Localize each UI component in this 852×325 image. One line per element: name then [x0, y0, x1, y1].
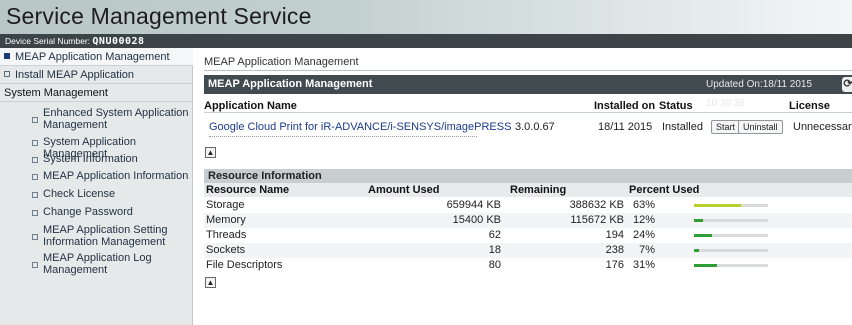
resource-name: Storage [206, 199, 245, 211]
col-remaining: Remaining [510, 184, 567, 196]
resource-percent: 24% [632, 229, 655, 241]
col-application-name: Application Name [204, 100, 297, 112]
usage-bar-fill [694, 219, 703, 222]
app-name-link[interactable]: Google Cloud Print for iR-ADVANCE/i-SENS… [209, 121, 511, 133]
square-bullet-icon [32, 157, 38, 163]
sidebar-item-label: Enhanced System Application Management [43, 107, 189, 131]
resource-used: 15400 KB [452, 214, 501, 226]
square-bullet-icon [32, 117, 38, 123]
sidebar-item-system-application-management[interactable]: System Application Management [0, 136, 193, 160]
sidebar-item-label: MEAP Application Management [15, 51, 170, 63]
updated-timestamp: Updated On:18/11 2015 10:39:38 [706, 79, 813, 109]
sidebar-item-label: Check License [43, 188, 116, 200]
resource-name: Threads [206, 229, 247, 241]
usage-bar [694, 264, 768, 267]
resource-used: 659944 KB [446, 199, 501, 211]
usage-bar [694, 249, 768, 252]
serial-bar: Device Serial Number: QNU00028 [0, 34, 852, 48]
link-underline [209, 136, 477, 137]
sidebar-item-system-information[interactable]: System Information [0, 153, 193, 167]
usage-bar [694, 234, 768, 237]
resource-remaining: 388632 KB [569, 199, 624, 211]
serial-value: QNU00028 [92, 36, 145, 47]
sidebar-item-label: Change Password [43, 206, 133, 218]
sidebar-item-label: Install MEAP Application [15, 69, 135, 81]
divider [204, 112, 852, 113]
resource-percent: 12% [632, 214, 655, 226]
app-version: 3.0.0.67 [515, 121, 555, 133]
resource-remaining: 115672 KB [570, 214, 624, 226]
divider [204, 70, 852, 71]
resource-name: Sockets [206, 244, 246, 256]
resource-remaining: 176 [605, 259, 624, 271]
resource-row: Memory 15400 KB 115672 KB 12% [204, 213, 852, 228]
resource-remaining: 238 [605, 244, 624, 256]
main-content: MEAP Application Management MEAP Applica… [194, 48, 852, 325]
app-status: Installed [662, 121, 703, 133]
square-bullet-icon [32, 174, 38, 180]
sidebar-item-label: System Information [43, 153, 138, 165]
square-bullet-icon [32, 192, 38, 198]
resource-used: 18 [488, 244, 501, 256]
col-status: Status [659, 100, 693, 112]
resource-row: Storage 659944 KB 388632 KB 63% [204, 198, 852, 213]
resource-used: 80 [488, 259, 501, 271]
square-bullet-icon [32, 234, 38, 240]
col-license: License [789, 100, 830, 112]
square-bullet-icon [4, 71, 10, 77]
usage-bar-fill [694, 264, 717, 267]
usage-bar-fill [694, 234, 712, 237]
col-amount-used: Amount Used [368, 184, 440, 196]
usage-bar [694, 219, 768, 222]
resource-name: File Descriptors [206, 259, 283, 271]
app-title: Service Management Service [6, 3, 312, 29]
resource-name: Memory [206, 214, 246, 226]
panel-header: MEAP Application Management Updated On:1… [204, 75, 852, 109]
resource-used: 62 [488, 229, 501, 241]
square-bullet-icon [32, 262, 38, 268]
resource-header: Resource Information [204, 169, 852, 183]
sidebar: MEAP Application Management Install MEAP… [0, 48, 193, 325]
resource-remaining: 194 [605, 229, 624, 241]
usage-bar [694, 204, 768, 207]
app-installed-on: 18/11 2015 [598, 121, 653, 133]
title-bar: Service Management Service [0, 0, 852, 34]
collapse-up-icon[interactable]: ▲ [205, 147, 216, 158]
resource-row: File Descriptors 80 176 31% [204, 258, 852, 273]
panel-title: MEAP Application Management [208, 78, 373, 90]
collapse-up-icon[interactable]: ▲ [205, 277, 216, 288]
sidebar-item-meap-application-management[interactable]: MEAP Application Management [0, 48, 193, 66]
resource-row: Threads 62 194 24% [204, 228, 852, 243]
sidebar-item-meap-application-log-management[interactable]: MEAP Application Log Management [0, 252, 193, 278]
usage-bar-fill [694, 204, 741, 207]
sidebar-item-meap-application-setting-information-management[interactable]: MEAP Application Setting Information Man… [0, 224, 193, 250]
square-bullet-icon [32, 210, 38, 216]
resource-percent: 7% [639, 244, 655, 256]
resource-percent: 63% [632, 199, 655, 211]
breadcrumb: MEAP Application Management [204, 56, 359, 68]
start-button[interactable]: Start [711, 120, 741, 134]
sidebar-item-label: MEAP Application Setting Information Man… [43, 224, 168, 248]
serial-label: Device Serial Number: [5, 36, 91, 46]
resource-row: Sockets 18 238 7% [204, 243, 852, 258]
sidebar-item-check-license[interactable]: Check License [0, 188, 193, 202]
usage-bar-fill [694, 249, 700, 252]
sidebar-item-label: MEAP Application Log Management [43, 252, 152, 276]
refresh-icon[interactable]: ⟳ [842, 77, 852, 92]
sidebar-item-install-meap-application[interactable]: Install MEAP Application [0, 66, 193, 84]
col-resource-name: Resource Name [206, 184, 290, 196]
sidebar-item-label: MEAP Application Information [43, 170, 189, 182]
square-bullet-icon [4, 53, 10, 59]
sidebar-item-change-password[interactable]: Change Password [0, 206, 193, 220]
col-installed-on: Installed on [594, 100, 656, 112]
sidebar-section-system-management: System Management [0, 84, 193, 102]
square-bullet-icon [32, 140, 38, 146]
uninstall-button[interactable]: Uninstall [738, 120, 783, 134]
sidebar-item-enhanced-system-application-management[interactable]: Enhanced System Application Management [0, 107, 193, 133]
resource-column-headers: Resource Name Amount Used Remaining Perc… [204, 183, 852, 197]
sidebar-item-meap-application-information[interactable]: MEAP Application Information [0, 170, 193, 184]
resource-percent: 31% [632, 259, 655, 271]
col-percent-used: Percent Used [629, 184, 700, 196]
app-license: Unnecessary [793, 121, 852, 133]
